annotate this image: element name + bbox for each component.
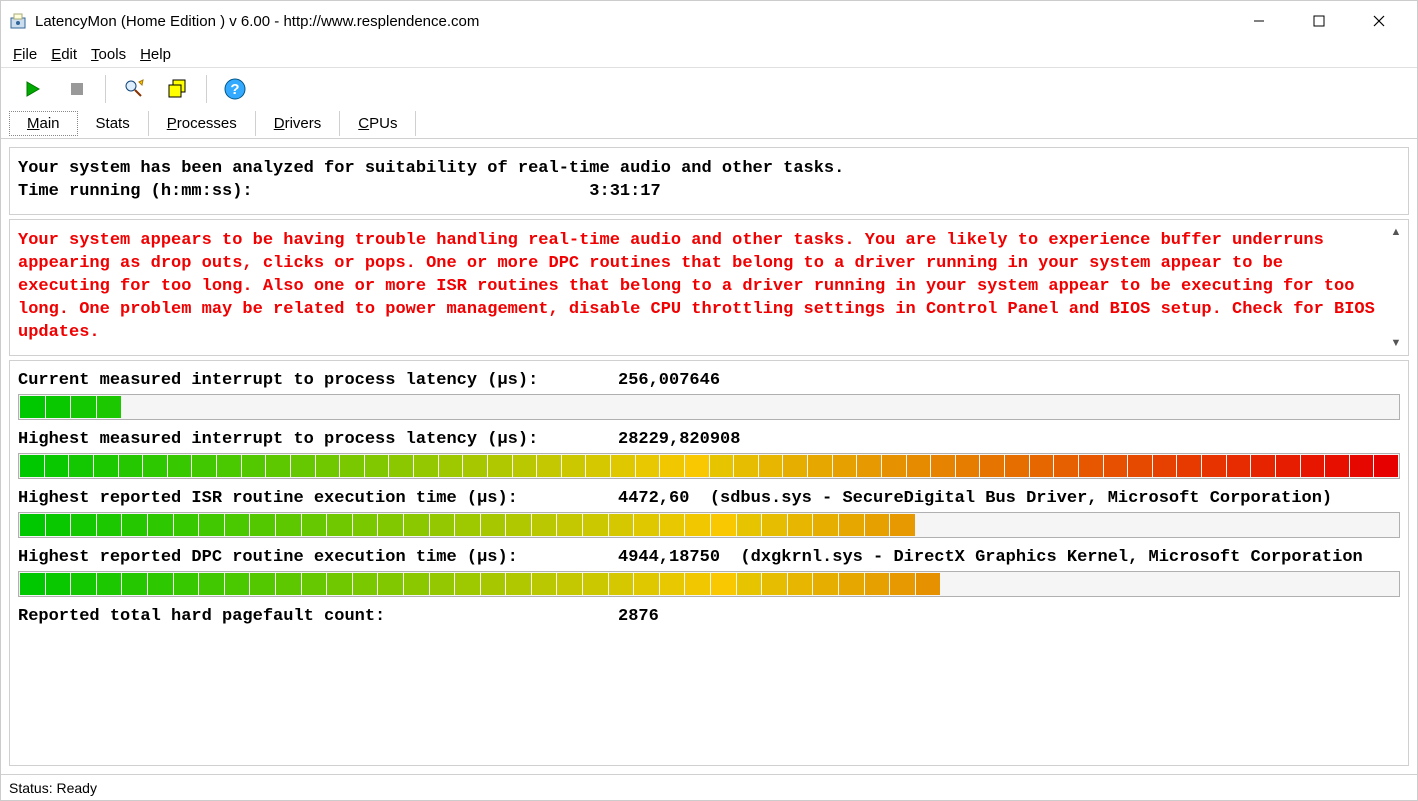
toolbar: ? — [1, 67, 1417, 109]
metric-label: Highest reported DPC routine execution t… — [18, 548, 618, 567]
tab-main[interactable]: Main — [9, 111, 78, 136]
time-running-row: Time running (h:mm:ss): 3:31:17 — [18, 181, 1400, 204]
scroll-up-icon[interactable]: ▲ — [1388, 224, 1404, 240]
status-text: Status: Ready — [9, 780, 97, 796]
metric-value: 4944,18750 — [618, 548, 720, 567]
window-controls — [1229, 3, 1409, 39]
metric-bar — [18, 571, 1400, 597]
summary-panel: Your system has been analyzed for suitab… — [9, 147, 1409, 215]
metric-bar — [18, 394, 1400, 420]
metric-row: Highest reported DPC routine execution t… — [18, 548, 1400, 597]
metric-extra: (dxgkrnl.sys - DirectX Graphics Kernel, … — [720, 548, 1363, 567]
metric-extra: (sdbus.sys - SecureDigital Bus Driver, M… — [689, 489, 1332, 508]
metric-row: Highest measured interrupt to process la… — [18, 430, 1400, 479]
metric-bar — [18, 512, 1400, 538]
stop-button[interactable] — [57, 71, 97, 107]
svg-text:?: ? — [230, 81, 239, 98]
tab-processes[interactable]: Processes — [149, 111, 256, 136]
titlebar: LatencyMon (Home Edition ) v 6.00 - http… — [1, 1, 1417, 41]
statusbar: Status: Ready — [1, 774, 1417, 800]
metric-value: 2876 — [618, 607, 659, 626]
close-button[interactable] — [1349, 3, 1409, 39]
metric-label: Current measured interrupt to process la… — [18, 371, 618, 390]
windows-icon[interactable] — [158, 71, 198, 107]
metrics-panel: Current measured interrupt to process la… — [9, 360, 1409, 766]
tab-stats[interactable]: Stats — [78, 111, 149, 136]
tab-drivers[interactable]: Drivers — [256, 111, 341, 136]
metric-row: Current measured interrupt to process la… — [18, 371, 1400, 420]
summary-line: Your system has been analyzed for suitab… — [18, 158, 1400, 181]
metric-row: Highest reported ISR routine execution t… — [18, 489, 1400, 538]
metric-label: Highest measured interrupt to process la… — [18, 430, 618, 449]
menubar: File Edit Tools Help — [1, 41, 1417, 67]
metric-bar — [18, 453, 1400, 479]
tabbar: Main Stats Processes Drivers CPUs — [1, 109, 1417, 139]
warning-text: Your system appears to be having trouble… — [18, 230, 1384, 345]
toolbar-separator — [206, 75, 207, 103]
time-running-label: Time running (h:mm:ss): — [18, 181, 589, 204]
metric-label: Reported total hard pagefault count: — [18, 607, 618, 626]
metric-value: 256,007646 — [618, 371, 720, 390]
scroll-down-icon[interactable]: ▼ — [1388, 335, 1404, 351]
menu-tools[interactable]: Tools — [91, 46, 126, 63]
help-icon[interactable]: ? — [215, 71, 255, 107]
maximize-button[interactable] — [1289, 3, 1349, 39]
metric-value: 4472,60 — [618, 489, 689, 508]
warning-panel: ▲ Your system appears to be having troub… — [9, 219, 1409, 356]
tab-cpus[interactable]: CPUs — [340, 111, 416, 136]
menu-edit[interactable]: Edit — [51, 46, 77, 63]
search-icon[interactable] — [114, 71, 154, 107]
toolbar-separator — [105, 75, 106, 103]
window-title: LatencyMon (Home Edition ) v 6.00 - http… — [35, 13, 1229, 30]
app-icon — [9, 12, 27, 30]
content-area: Your system has been analyzed for suitab… — [1, 139, 1417, 774]
metric-label: Highest reported ISR routine execution t… — [18, 489, 618, 508]
menu-help[interactable]: Help — [140, 46, 171, 63]
menu-file[interactable]: File — [13, 46, 37, 63]
play-button[interactable] — [13, 71, 53, 107]
metric-value: 28229,820908 — [618, 430, 740, 449]
minimize-button[interactable] — [1229, 3, 1289, 39]
metric-row: Reported total hard pagefault count: 287… — [18, 607, 1400, 626]
time-running-value: 3:31:17 — [589, 181, 660, 204]
